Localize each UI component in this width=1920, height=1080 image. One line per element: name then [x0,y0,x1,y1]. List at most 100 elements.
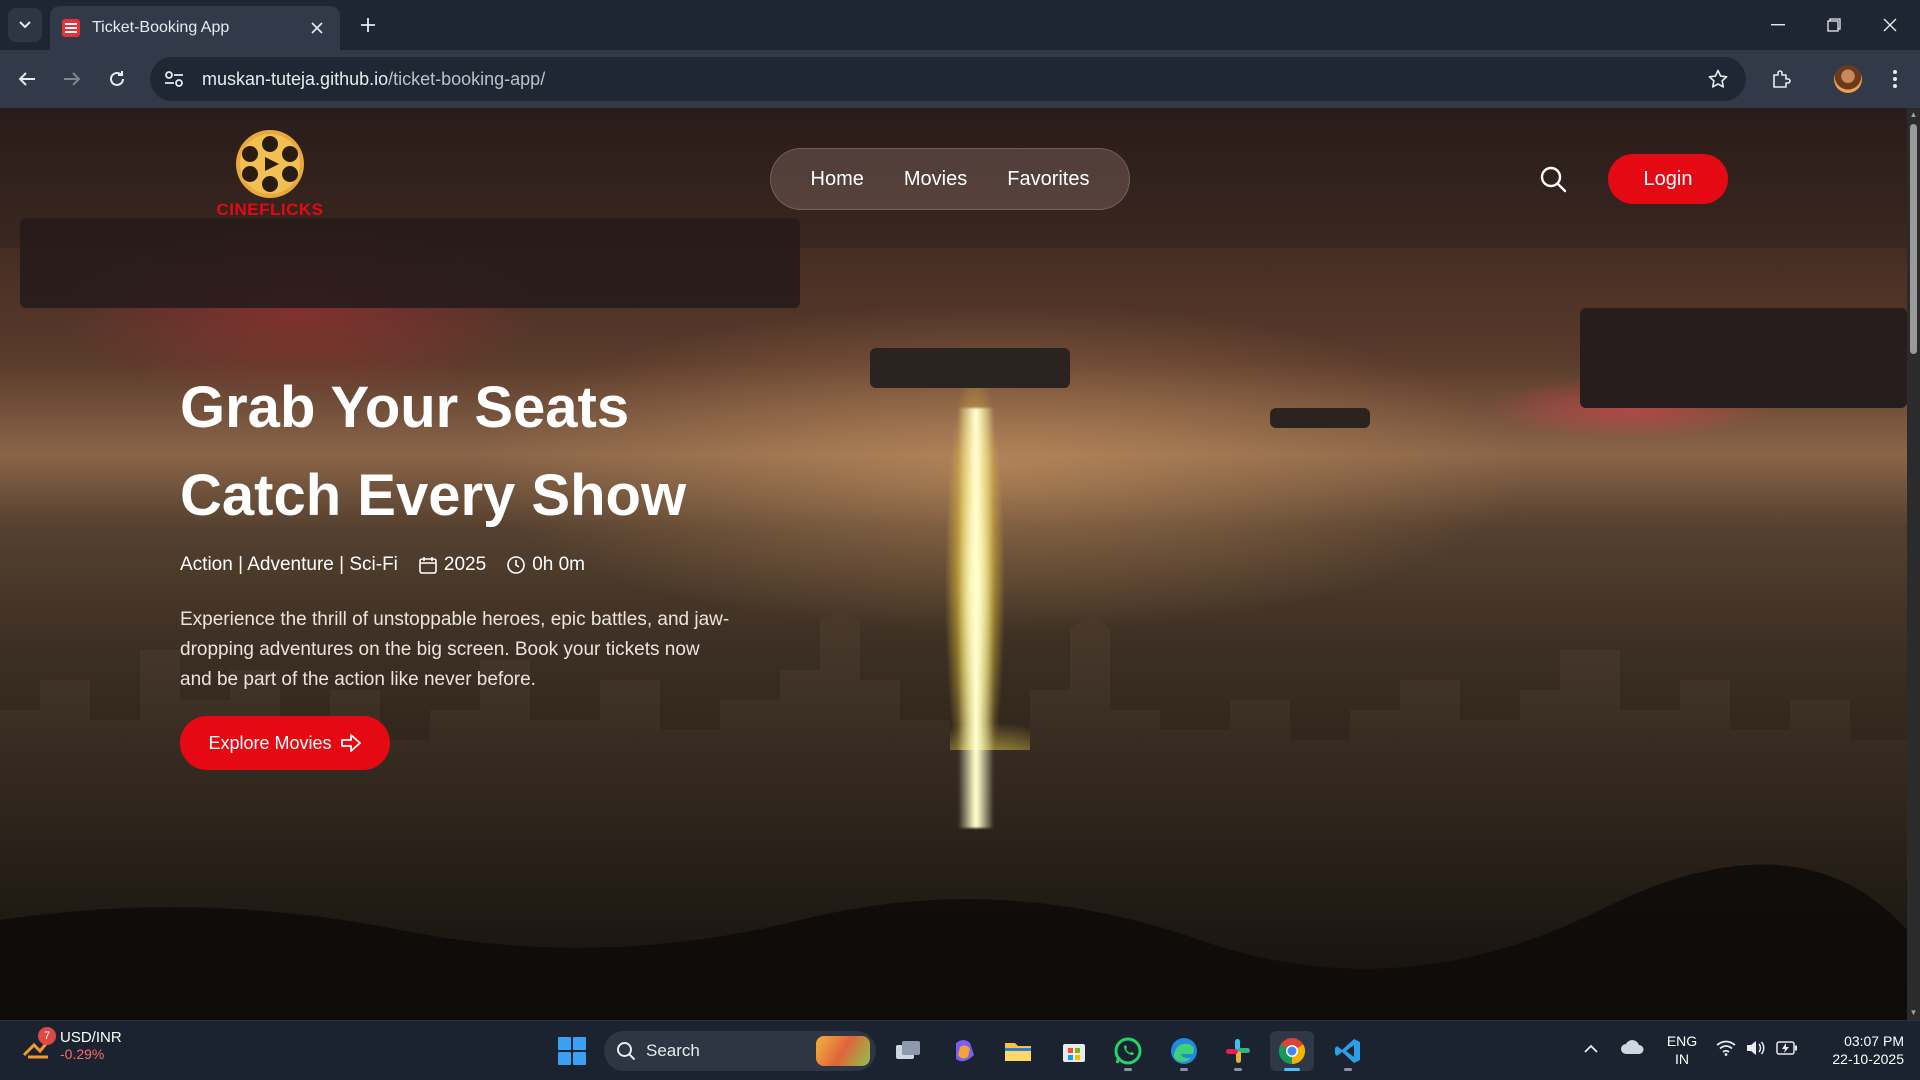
url-text[interactable]: muskan-tuteja.github.io/ticket-booking-a… [202,69,1698,90]
onedrive-button[interactable] [1620,1039,1644,1060]
chrome-icon [1278,1038,1306,1065]
arrow-right-outline-icon [340,734,361,752]
hero-year: 2025 [418,554,486,576]
battery-button[interactable] [1776,1041,1798,1060]
page-scrollbar[interactable]: ▲ ▼ [1907,108,1920,1020]
arrow-left-icon [18,72,35,86]
chevron-up-icon [1584,1044,1598,1053]
whatsapp-icon [1114,1037,1142,1065]
chrome-button[interactable] [1270,1031,1314,1071]
currency-chart-icon: 7 [22,1026,56,1061]
network-button[interactable] [1716,1040,1736,1061]
hero-title: Grab Your Seats Catch Every Show [180,364,686,540]
puzzle-icon [1773,70,1791,88]
taskbar: 7 USD/INR -0.29% Search ENG IN 03:07 PM … [0,1020,1920,1080]
film-reel-logo-icon [236,130,304,198]
hero-meta: Action | Adventure | Sci-Fi 2025 0h 0m [180,554,605,576]
explore-movies-label: Explore Movies [208,732,332,753]
star-icon [1708,69,1728,88]
language-indicator[interactable]: ENG IN [1664,1032,1700,1068]
close-tab-button[interactable] [306,18,328,39]
slack-button[interactable] [1216,1031,1260,1071]
plus-icon [361,18,375,32]
bookmark-button[interactable] [1698,59,1738,99]
explore-movies-button[interactable]: Explore Movies [180,716,390,770]
windows-logo-icon [558,1037,571,1050]
tab-title: Ticket-Booking App [92,19,230,36]
hero-title-line-2: Catch Every Show [180,463,687,528]
search-button[interactable] [1536,162,1570,196]
site-logo[interactable]: CINEFLICKS [210,130,330,226]
address-bar[interactable]: muskan-tuteja.github.io/ticket-booking-a… [150,57,1746,101]
login-button[interactable]: Login [1608,154,1728,204]
clock-time: 03:07 PM [1844,1033,1904,1049]
taskbar-search[interactable]: Search [604,1031,876,1071]
browser-menu-button[interactable] [1878,62,1912,96]
widget-title: USD/INR [60,1029,122,1046]
calendar-icon [418,555,438,575]
hero-duration: 0h 0m [506,554,585,576]
search-icon [1540,166,1567,193]
minimize-icon [1771,24,1785,26]
currency-widget[interactable]: 7 USD/INR -0.29% [22,1026,122,1062]
search-highlight-image [816,1036,870,1066]
profile-avatar[interactable] [1834,65,1862,93]
browser-toolbar: muskan-tuteja.github.io/ticket-booking-a… [0,50,1920,108]
microsoft-store-button[interactable] [1052,1031,1096,1071]
close-window-button[interactable] [1862,0,1918,50]
hero-year-text: 2025 [443,554,487,575]
close-icon [311,21,323,34]
new-tab-button[interactable] [352,9,384,41]
minimize-button[interactable] [1750,0,1806,50]
copilot-button[interactable] [942,1031,986,1071]
arrow-right-icon [64,72,81,86]
clock-date: 22-10-2025 [1832,1051,1904,1067]
scroll-up-arrow[interactable]: ▲ [1907,108,1920,122]
restore-button[interactable] [1806,0,1862,50]
nav-link-movies[interactable]: Movies [904,168,967,191]
spaceship-small [1270,408,1370,428]
start-button[interactable] [554,1033,590,1069]
task-view-icon [896,1041,920,1059]
widget-change: -0.29% [60,1046,105,1062]
clock-icon [506,555,526,575]
nav-link-home[interactable]: Home [811,168,864,191]
browser-tab[interactable]: Ticket-Booking App [50,6,340,50]
file-explorer-button[interactable] [996,1031,1040,1071]
scroll-thumb[interactable] [1910,124,1917,354]
language-line-2: IN [1675,1051,1689,1067]
scroll-down-arrow[interactable]: ▼ [1907,1006,1920,1020]
site-header: CINEFLICKS Home Movies Favorites Login [0,108,1907,248]
extensions-button[interactable] [1764,62,1798,96]
tab-search-button[interactable] [8,8,42,42]
hero-description: Experience the thrill of unstoppable her… [180,609,730,690]
tune-icon [165,71,183,87]
whatsapp-button[interactable] [1106,1031,1150,1071]
clock[interactable]: 03:07 PM 22-10-2025 [1812,1032,1904,1068]
more-vert-icon [1893,70,1897,88]
cloud-icon [1621,1040,1644,1054]
reload-icon [110,71,124,86]
edge-icon [1171,1038,1197,1064]
main-nav: Home Movies Favorites [770,148,1130,210]
site-info-button[interactable] [154,59,194,99]
restore-icon [1827,18,1841,32]
copilot-icon [956,1040,974,1062]
show-hidden-icons-button[interactable] [1584,1041,1598,1059]
task-view-button[interactable] [886,1031,930,1071]
page-viewport: CINEFLICKS Home Movies Favorites Login G… [0,108,1907,1020]
spaceship-center [870,348,1070,388]
nav-link-favorites[interactable]: Favorites [1007,168,1089,191]
vscode-button[interactable] [1326,1031,1370,1071]
forward-button[interactable] [55,62,89,96]
volume-button[interactable] [1746,1040,1766,1061]
edge-button[interactable] [1162,1031,1206,1071]
back-button[interactable] [10,62,44,96]
slack-icon [1226,1039,1250,1063]
widget-badge: 7 [38,1026,56,1045]
ticket-favicon-icon [62,19,80,37]
url-host: muskan-tuteja.github.io [202,68,389,89]
widget-text: USD/INR -0.29% [60,1029,122,1062]
search-icon [617,1042,636,1061]
reload-button[interactable] [100,62,134,96]
